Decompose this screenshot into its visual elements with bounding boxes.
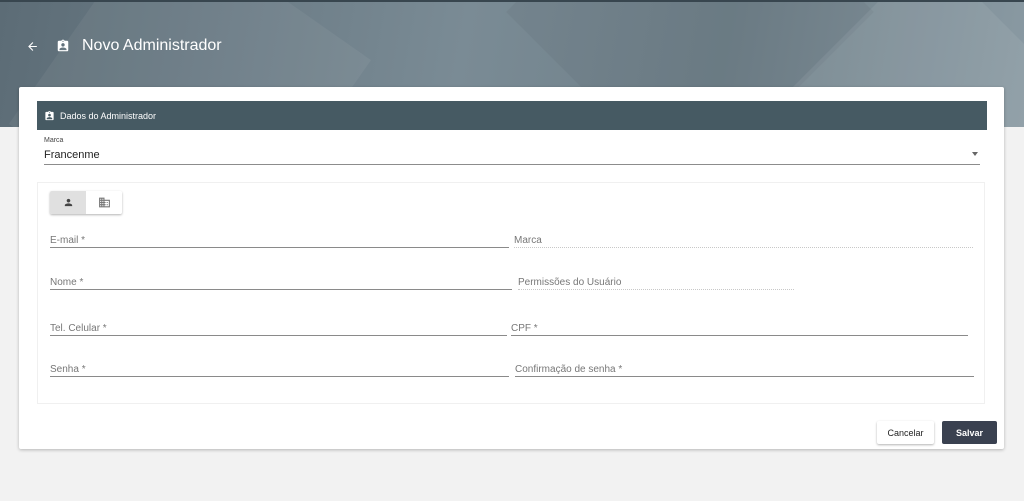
cancel-button[interactable]: Cancelar (877, 421, 934, 444)
senha-field[interactable] (50, 359, 509, 379)
back-button[interactable] (22, 36, 42, 56)
marca-input[interactable] (514, 231, 973, 250)
brand-select[interactable]: Marca Francenme (44, 137, 980, 165)
nome-input[interactable] (50, 273, 512, 292)
contact-badge-icon (44, 109, 56, 122)
section-title: Dados do Administrador (60, 110, 157, 121)
celular-field[interactable] (50, 318, 507, 338)
building-icon (98, 197, 110, 208)
cpf-input[interactable] (511, 319, 968, 338)
email-input[interactable] (50, 231, 509, 250)
permissoes-field[interactable] (518, 272, 794, 292)
arrow-left-icon (27, 41, 37, 51)
confirmacao-senha-input[interactable] (515, 360, 974, 379)
senha-input[interactable] (50, 360, 509, 379)
form-card: Dados do Administrador Marca Francenme E… (19, 87, 1004, 449)
tab-company[interactable] (86, 191, 122, 214)
chevron-down-icon[interactable] (972, 152, 978, 156)
save-button[interactable]: Salvar (942, 421, 997, 444)
permissoes-input[interactable] (518, 273, 794, 292)
confirmacao-senha-field[interactable] (515, 359, 974, 379)
brand-select-value: Francenme (44, 149, 100, 161)
email-field[interactable] (50, 230, 509, 250)
cpf-field[interactable] (511, 318, 968, 338)
entity-type-toggle (50, 191, 122, 214)
page-title: Novo Administrador (82, 37, 222, 54)
person-icon (64, 198, 72, 207)
top-bar: Novo Administrador (22, 36, 222, 56)
section-header: Dados do Administrador (37, 101, 987, 130)
marca-field[interactable] (514, 230, 973, 250)
tab-person[interactable] (50, 191, 86, 214)
celular-input[interactable] (50, 319, 507, 338)
brand-select-label: Marca (44, 137, 64, 144)
nome-field[interactable] (50, 272, 512, 292)
contact-badge-icon (56, 37, 72, 55)
admin-form-panel (37, 182, 985, 404)
